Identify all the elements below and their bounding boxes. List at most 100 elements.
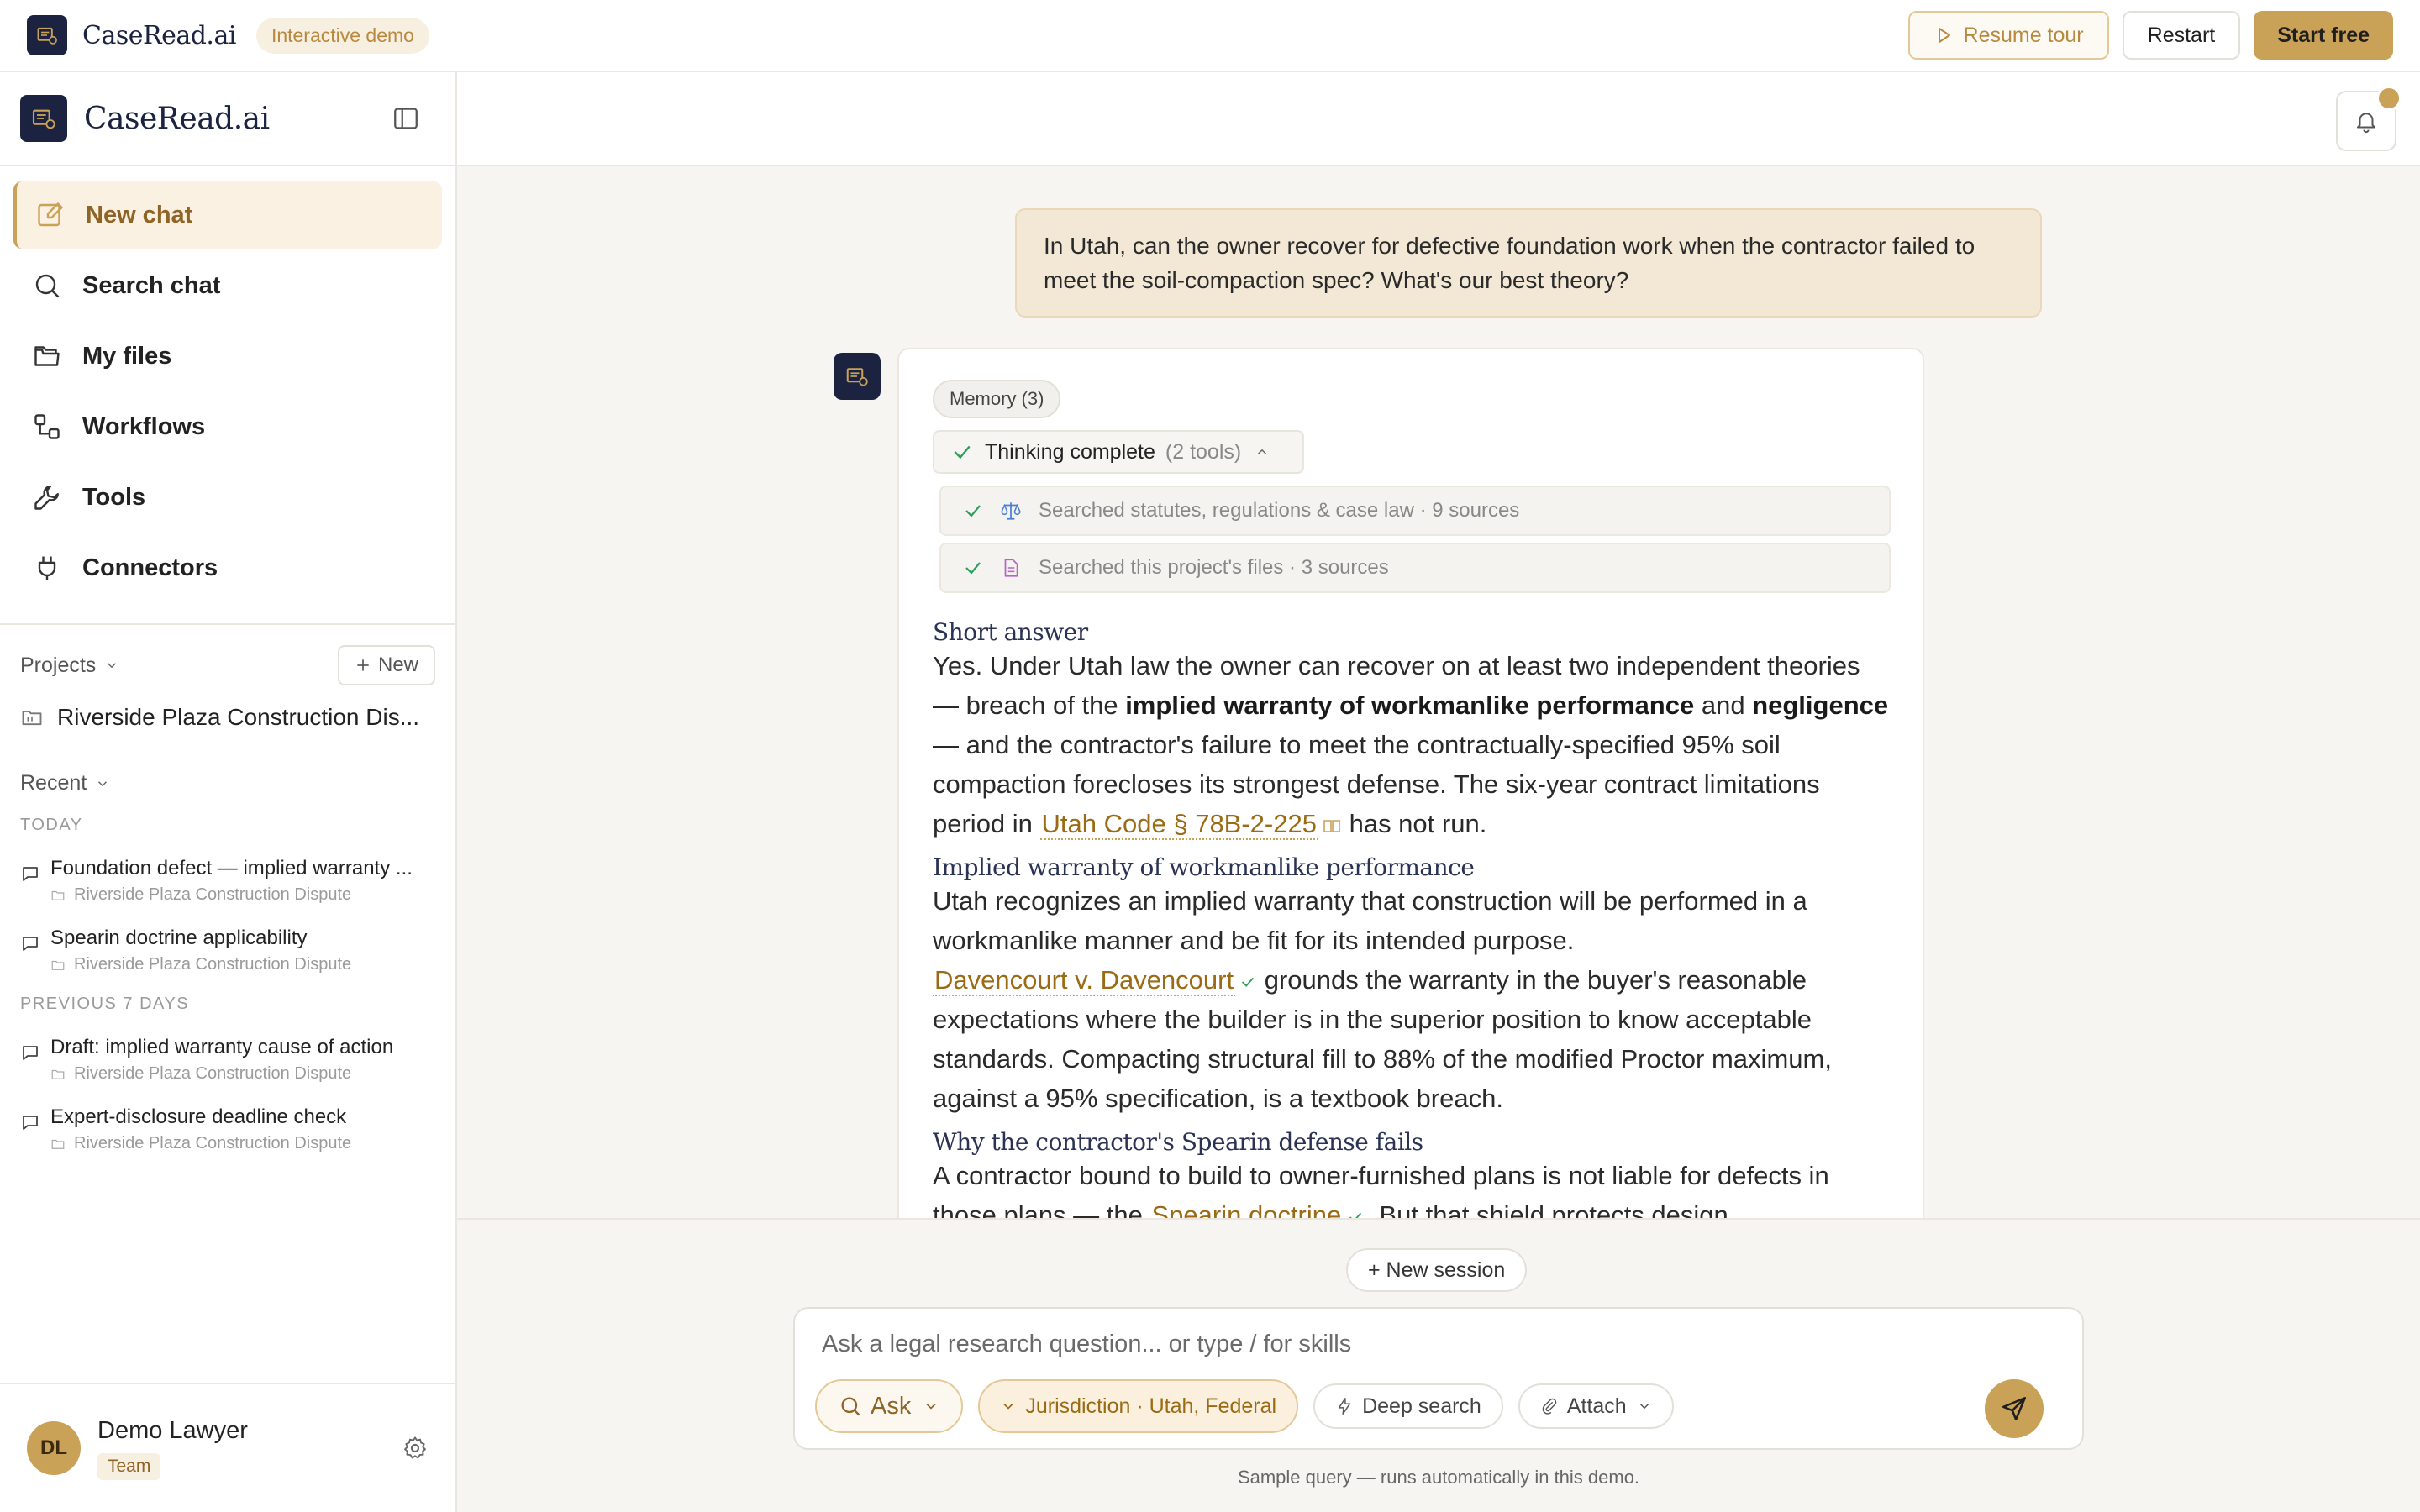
nav-tools[interactable]: Tools (13, 464, 442, 531)
wrench-icon (34, 486, 59, 510)
start-free-button[interactable]: Start free (2254, 11, 2393, 60)
lightning-icon (1338, 1398, 1351, 1415)
text-run: Utah recognizes an implied warranty that… (933, 886, 1807, 955)
gear-icon[interactable] (402, 1435, 429, 1462)
attach-button[interactable]: Attach (1518, 1383, 1674, 1429)
nav-connectors[interactable]: Connectors (13, 534, 442, 601)
projects-toggle[interactable]: Projects (20, 654, 96, 678)
sidebar-logo-icon (20, 95, 67, 142)
demo-badge: Interactive demo (255, 17, 429, 54)
heading-short-answer: Short answer (933, 618, 1088, 646)
deep-search-label: Deep search (1362, 1394, 1481, 1418)
thinking-label: Thinking complete (985, 439, 1155, 464)
paragraph-implied-warranty: Utah recognizes an implied warranty that… (933, 881, 1889, 1118)
bold-text: negligence (1752, 690, 1889, 720)
avatar[interactable]: DL (27, 1421, 81, 1475)
citation-link[interactable]: Davencourt v. Davencourt (933, 965, 1236, 996)
notifications-button[interactable] (2336, 86, 2402, 151)
nav-label: Connectors (82, 554, 218, 581)
nav-search-chat[interactable]: Search chat (13, 252, 442, 319)
edit-icon (38, 202, 63, 227)
tool-step-file-search: Searched this project's files · 3 source… (939, 543, 1891, 593)
resume-tour-button[interactable]: Resume tour (1907, 11, 2109, 60)
bell-icon (2357, 113, 2375, 134)
verified-check-icon (1242, 977, 1255, 987)
recent-chat-project: Riverside Plaza Construction Dispute (74, 1134, 352, 1152)
chat-bubble-icon (23, 867, 38, 881)
thinking-toggle[interactable]: Thinking complete (2 tools) (933, 430, 1304, 474)
send-icon (2002, 1396, 2027, 1421)
nav-label: New chat (86, 201, 193, 228)
search-icon (35, 274, 60, 298)
nav-label: Workflows (82, 412, 206, 440)
document-icon (1004, 559, 1018, 577)
citation-link[interactable]: Utah Code § 78B-2-225 (1039, 809, 1318, 840)
recent-chat-item[interactable]: Spearin doctrine applicability Riverside… (0, 915, 455, 974)
sample-query-note: Sample query — runs automatically in thi… (1237, 1467, 1640, 1488)
folder-icon (51, 890, 65, 900)
prompt-input[interactable] (822, 1331, 1998, 1358)
chat-bubble-icon (23, 937, 38, 951)
group-today-label: TODAY (20, 816, 83, 834)
recent-chat-item[interactable]: Expert-disclosure deadline check Riversi… (0, 1094, 455, 1153)
recent-chat-project: Riverside Plaza Construction Dispute (74, 1064, 352, 1083)
user-message: In Utah, can the owner recover for defec… (1015, 208, 2042, 318)
sidebar: CaseRead.ai New chat Search chat My file… (0, 72, 457, 1512)
new-project-button[interactable]: New (337, 645, 435, 685)
heading-spearin-defense: Why the contractor's Spearin defense fai… (933, 1128, 1423, 1156)
sidebar-toggle-icon[interactable] (392, 104, 420, 133)
notification-dot (2376, 86, 2402, 111)
team-badge: Team (97, 1452, 161, 1480)
recent-chat-project: Riverside Plaza Construction Dispute (74, 885, 352, 904)
chevron-up-icon (1258, 449, 1267, 454)
tool-step-law-search: Searched statutes, regulations & case la… (939, 486, 1891, 536)
resume-tour-label: Resume tour (1963, 23, 2084, 47)
heading-implied-warranty: Implied warranty of workmanlike performa… (933, 853, 1475, 881)
attach-label: Attach (1566, 1394, 1627, 1418)
bold-text: implied warranty of workmanlike performa… (1125, 690, 1695, 720)
mode-ask-select[interactable]: Ask (815, 1379, 964, 1433)
send-button[interactable] (1985, 1379, 2044, 1438)
folder-icon (51, 960, 65, 970)
new-session-button[interactable]: + New session (1346, 1248, 1528, 1292)
chevron-down-icon (926, 1403, 936, 1410)
restart-button[interactable]: Restart (2122, 11, 2241, 60)
play-icon (1938, 28, 1950, 43)
chat-thread[interactable]: In Utah, can the owner recover for defec… (457, 166, 2420, 1290)
mode-label: Ask (871, 1392, 912, 1420)
assistant-message: Memory (3) Thinking complete (2 tools) S… (897, 348, 1924, 1290)
book-icon (1323, 820, 1340, 832)
folder-icon (34, 346, 60, 366)
nav-workflows[interactable]: Workflows (13, 393, 442, 460)
recent-toggle[interactable]: Recent (20, 771, 87, 795)
assistant-avatar-icon (834, 353, 881, 400)
recent-chat-title: Foundation defect — implied warranty ... (50, 857, 413, 879)
recent-chat-title: Expert-disclosure deadline check (50, 1105, 347, 1128)
text-run: and (1694, 690, 1753, 720)
jurisdiction-select[interactable]: Jurisdiction · Utah, Federal (978, 1379, 1299, 1433)
recent-chat-title: Draft: implied warranty cause of action (50, 1036, 394, 1058)
deep-search-toggle[interactable]: Deep search (1313, 1383, 1503, 1429)
memory-chip[interactable]: Memory (3) (933, 380, 1061, 418)
check-icon (965, 505, 981, 517)
logo-icon (27, 15, 67, 55)
nav-my-files[interactable]: My files (13, 323, 442, 390)
project-item[interactable]: Riverside Plaza Construction Dis... (0, 704, 455, 731)
workflow-icon (34, 414, 60, 439)
chevron-down-icon (1639, 1404, 1649, 1410)
nav-new-chat[interactable]: New chat (13, 181, 442, 249)
nav-label: Search chat (82, 271, 221, 299)
composer: Ask Jurisdiction · Utah, Federal Deep se… (793, 1307, 2084, 1450)
nav-label: Tools (82, 483, 146, 511)
recent-chat-item[interactable]: Draft: implied warranty cause of action … (0, 1024, 455, 1084)
recent-chat-title: Spearin doctrine applicability (50, 927, 308, 949)
recent-chat-project: Riverside Plaza Construction Dispute (74, 955, 352, 974)
check-icon (954, 445, 971, 459)
plug-icon (38, 556, 56, 580)
chat-bubble-icon (23, 1046, 38, 1060)
nav-label: My files (82, 342, 172, 370)
group-previous-label: PREVIOUS 7 DAYS (20, 995, 190, 1013)
paragraph-short-answer: Yes. Under Utah law the owner can recove… (933, 646, 1889, 843)
chevron-down-icon (108, 663, 117, 669)
recent-chat-item[interactable]: Foundation defect — implied warranty ...… (0, 845, 455, 905)
